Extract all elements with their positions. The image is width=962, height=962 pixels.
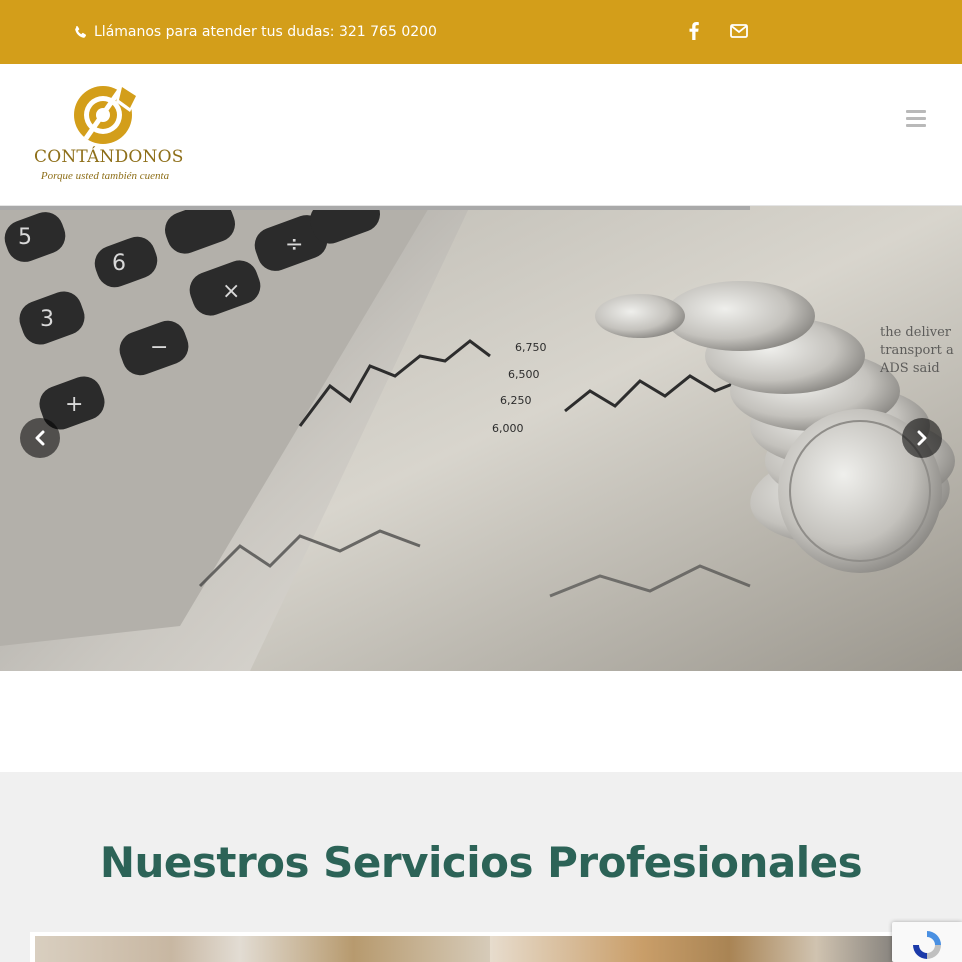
- recaptcha-badge[interactable]: [892, 922, 962, 962]
- hero-slider: 5 6 3 × ÷ − + 6,750 6,500 6,250 6,000 the delive…: [0, 206, 962, 671]
- chevron-right-icon: [917, 430, 927, 446]
- menu-bar: [906, 124, 926, 127]
- spacer: [0, 671, 962, 772]
- svg-text:ADS said: ADS said: [879, 361, 940, 376]
- facebook-link[interactable]: [683, 20, 705, 42]
- svg-text:÷: ÷: [285, 232, 303, 257]
- slide-image: 5 6 3 × ÷ − + 6,750 6,500 6,250 6,000 the delive…: [0, 206, 962, 671]
- services-section: Nuestros Servicios Profesionales: [0, 772, 962, 962]
- svg-text:5: 5: [18, 225, 32, 250]
- services-cards: [30, 932, 930, 962]
- facebook-icon: [689, 22, 699, 40]
- svg-text:the deliver: the deliver: [880, 325, 952, 340]
- menu-bar: [906, 110, 926, 113]
- logo-tagline: Porque usted también cuenta: [40, 170, 170, 182]
- svg-text:−: −: [150, 335, 168, 360]
- slider-next-button[interactable]: [902, 418, 942, 458]
- svg-text:6,000: 6,000: [492, 422, 524, 435]
- envelope-icon: [730, 24, 748, 38]
- hamburger-menu-icon[interactable]: [906, 110, 926, 128]
- chevron-left-icon: [35, 430, 45, 446]
- top-bar: Llámanos para atender tus dudas: 321 765…: [0, 0, 962, 64]
- svg-text:6: 6: [112, 251, 126, 276]
- svg-text:3: 3: [40, 307, 54, 332]
- svg-text:transport a: transport a: [880, 343, 954, 358]
- contact-text: Llámanos para atender tus dudas: 321 765…: [94, 24, 437, 40]
- contact-info: Llámanos para atender tus dudas: 321 765…: [73, 22, 437, 42]
- service-image-2[interactable]: [490, 936, 925, 962]
- svg-text:+: +: [65, 392, 83, 417]
- logo-name: CONTÁNDONOS: [34, 147, 184, 167]
- svg-text:6,500: 6,500: [508, 368, 540, 381]
- menu-bar: [906, 117, 926, 120]
- email-link[interactable]: [728, 20, 750, 42]
- site-logo[interactable]: CONTÁNDONOS Porque usted también cuenta: [34, 82, 184, 186]
- logo-mark-icon: [74, 84, 138, 144]
- slide-progress-bar: [0, 206, 751, 210]
- svg-text:×: ×: [222, 279, 240, 304]
- site-header: CONTÁNDONOS Porque usted también cuenta: [0, 64, 962, 206]
- phone-icon: [75, 25, 87, 38]
- services-title: Nuestros Servicios Profesionales: [99, 838, 863, 887]
- recaptcha-icon: [913, 931, 941, 959]
- svg-text:6,750: 6,750: [515, 341, 547, 354]
- slider-prev-button[interactable]: [20, 418, 60, 458]
- service-image-1[interactable]: [35, 936, 490, 962]
- svg-text:6,250: 6,250: [500, 394, 532, 407]
